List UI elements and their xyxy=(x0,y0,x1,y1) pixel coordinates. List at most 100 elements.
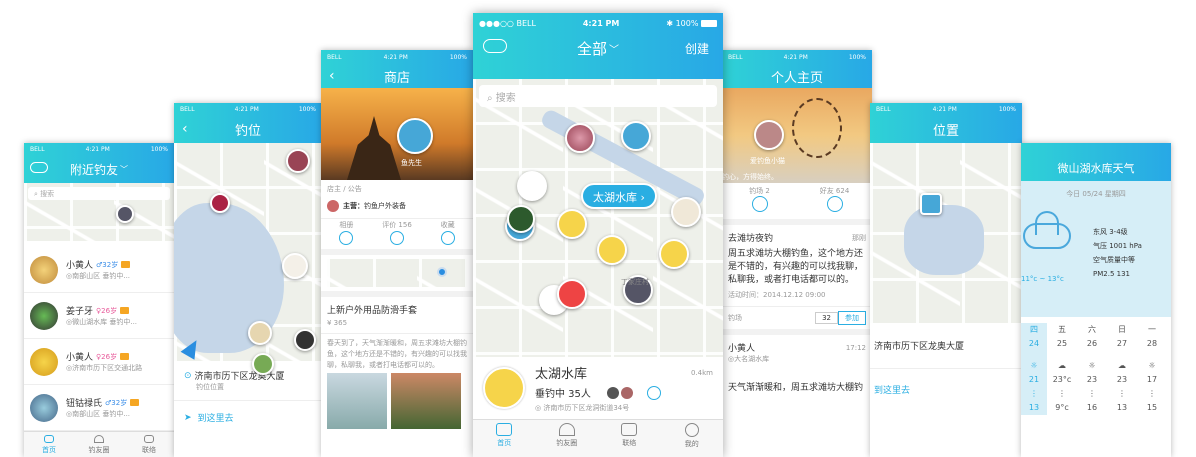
list-item[interactable]: 小黄人 ♀ 26岁 ◎济南市历下区交通北路 xyxy=(24,339,174,385)
map[interactable] xyxy=(174,143,322,375)
stat-reviews[interactable]: 评价 156 xyxy=(372,220,423,249)
map-pin[interactable] xyxy=(116,205,134,223)
product-item[interactable]: 上新户外用品防滑手套 ¥ 365 xyxy=(321,291,473,333)
weather-icon[interactable] xyxy=(483,39,507,53)
avatar xyxy=(30,393,58,422)
tab-me[interactable]: 我的 xyxy=(661,420,724,457)
mini-map[interactable]: ⌕ 搜索 xyxy=(24,183,174,241)
temple-silhouette xyxy=(347,116,401,180)
status-bar xyxy=(1021,143,1171,155)
page-title[interactable]: 附近钓友 xyxy=(70,161,118,178)
forecast-day[interactable]: 六 26 ☼ 23 ⋮ 16 xyxy=(1077,323,1107,415)
photo[interactable] xyxy=(327,373,387,429)
navigate-button[interactable]: ➤ 到这里去 xyxy=(174,401,322,434)
status-bar: BELL 4:21 PM 100% xyxy=(30,145,168,153)
navigate-button[interactable]: 到这里去 xyxy=(870,369,1022,410)
photo[interactable] xyxy=(391,373,461,429)
back-icon[interactable]: ‹ xyxy=(329,68,335,84)
tab-friends[interactable]: 钓友圈 xyxy=(74,432,124,457)
more-icon xyxy=(826,196,843,212)
badge-icon xyxy=(130,399,140,406)
create-button[interactable]: 创建 xyxy=(685,40,709,57)
map-pin[interactable] xyxy=(597,235,627,265)
map-pin[interactable] xyxy=(252,353,274,375)
album-icon xyxy=(339,230,354,245)
shop-cover: 鱼先生 xyxy=(321,88,473,180)
map[interactable]: ⌕ 搜索 太湖水库 › 丁家庄村 xyxy=(473,79,723,357)
list-item[interactable]: 姜子牙 ♀ 26岁 ◎微山湖水库 垂钓中... xyxy=(24,293,174,339)
weather-details: 东风 3-4级 气压 1001 hPa 空气质量中等 PM2.5 131 xyxy=(1093,228,1142,278)
screen-main-map: ●●●○○ BELL 4:21 PM ✱ 100% 全部 ﹀ 创建 ⌕ 搜索 太… xyxy=(473,13,723,457)
range-separator: ⋮ xyxy=(1148,389,1156,398)
tab-bar: 首页 钓友圈 联络 我的 xyxy=(473,419,723,457)
map-pin[interactable] xyxy=(557,209,587,239)
chevron-down-icon[interactable]: ﹀ xyxy=(120,164,128,175)
profile-avatar[interactable] xyxy=(754,120,784,150)
map-pin[interactable] xyxy=(920,193,942,215)
join-row: 钓场 32 参加 xyxy=(722,306,872,335)
arrow-icon: ➤ xyxy=(184,412,192,423)
map-pin[interactable] xyxy=(507,205,535,233)
forecast-day[interactable]: 四 24 ☼ 21 ⋮ 13 xyxy=(1021,323,1047,415)
lake xyxy=(904,205,984,275)
list-item[interactable]: 小黄人 ♂ 32岁 ◎南部山区 垂钓中... xyxy=(24,247,174,293)
forecast-day[interactable]: 五 25 ☁ 23°c ⋮ 9°c xyxy=(1047,323,1077,415)
map-pin[interactable] xyxy=(557,279,587,309)
spot-card[interactable]: 太湖水库 0.4km 垂钓中 35人 ◎ 济南市历下区龙洞街道34号 xyxy=(473,357,723,419)
map-pin[interactable] xyxy=(286,149,310,173)
avatar[interactable] xyxy=(606,386,619,399)
location-icon: ◎ xyxy=(535,404,542,412)
avatar[interactable] xyxy=(620,386,633,399)
bluetooth-icon: ✱ xyxy=(666,18,674,28)
cloud-top xyxy=(1035,211,1059,235)
search-icon: ⌕ xyxy=(487,93,493,104)
map-pin[interactable] xyxy=(621,121,651,151)
tab-home[interactable]: 首页 xyxy=(24,432,74,457)
search-input[interactable]: ⌕ 搜索 xyxy=(28,187,170,200)
tab-contact[interactable]: 联络 xyxy=(598,420,661,457)
map-pin[interactable] xyxy=(294,329,316,351)
map-pin[interactable] xyxy=(282,253,308,279)
comment[interactable]: 小黄人 17:12 ◎大名湖水库 天气渐渐暖和，周五求滩坊大棚钓 xyxy=(722,335,872,399)
join-button[interactable]: 参加 xyxy=(838,311,866,325)
map-pin[interactable] xyxy=(565,123,595,153)
page-title: 钓位 xyxy=(234,123,261,139)
activity-post[interactable]: 去滩坊夜钓 那刚 周五求滩坊大棚钓鱼，这个地方还是不错的，有兴趣的可以找我聊，私聊… xyxy=(722,225,872,306)
chevron-right-icon: › xyxy=(640,191,645,204)
status-bar: BELL 4:21 PM 100% xyxy=(180,105,316,113)
forecast-day[interactable]: 日 27 ☁ 23 ⋮ 13 xyxy=(1107,323,1137,415)
map-pin[interactable] xyxy=(248,321,272,345)
search-input[interactable]: ⌕ 搜索 xyxy=(479,85,717,107)
tab-home[interactable]: 首页 xyxy=(473,420,536,457)
user-icon xyxy=(684,423,699,437)
stat-friends[interactable]: 好友 624 xyxy=(797,186,872,216)
stat-album[interactable]: 相册 xyxy=(321,220,372,249)
star-icon xyxy=(440,230,455,245)
battery-icon xyxy=(700,19,717,27)
map[interactable] xyxy=(870,143,1022,323)
shop-map[interactable] xyxy=(327,259,467,287)
sun-icon: ☼ xyxy=(1148,361,1156,370)
map-pin[interactable] xyxy=(671,197,701,227)
map-pin[interactable] xyxy=(659,239,689,269)
forecast-day[interactable]: 一 28 ☼ 17 ⋮ 15 xyxy=(1137,323,1167,415)
shop-avatar xyxy=(397,118,433,154)
location-icon: ⊙ xyxy=(184,370,192,381)
tree-silhouette xyxy=(792,98,842,158)
stat-spots[interactable]: 钓场 2 xyxy=(722,186,797,216)
tab-friends[interactable]: 钓友圈 xyxy=(536,420,599,457)
chevron-down-icon[interactable]: ﹀ xyxy=(609,41,619,56)
weather-icon[interactable] xyxy=(30,162,48,173)
map-pin[interactable] xyxy=(517,171,547,201)
spot-bubble[interactable]: 太湖水库 › xyxy=(581,183,657,209)
page-title: 微山湖水库天气 xyxy=(1057,162,1135,175)
tab-contact[interactable]: 联络 xyxy=(124,432,174,457)
back-icon[interactable]: ‹ xyxy=(182,121,188,137)
stat-favorite[interactable]: 收藏 xyxy=(422,220,473,249)
page-title[interactable]: 全部 xyxy=(577,38,607,59)
list-item[interactable]: 钮钴禄氏 ♂ 32岁 ◎南部山区 垂钓中... xyxy=(24,385,174,431)
friend-list: 小黄人 ♂ 32岁 ◎南部山区 垂钓中... 姜子牙 ♀ 26岁 ◎微山湖水库 … xyxy=(24,241,174,431)
map-pin[interactable] xyxy=(210,193,230,213)
more-icon[interactable] xyxy=(646,385,661,400)
status-bar: BELL 4:21 PM 100% xyxy=(327,53,467,61)
